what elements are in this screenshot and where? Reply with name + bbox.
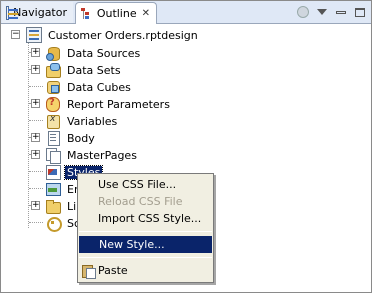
gear-icon[interactable] [296,5,310,19]
master-pages-icon [45,147,61,164]
menu-item-paste-label: Paste [98,264,128,277]
minimize-icon[interactable] [334,5,348,19]
view-toolbar [296,5,367,19]
tab-outline[interactable]: Outline ✕ [75,2,157,24]
menu-item-use-css-file[interactable]: Use CSS File... [78,176,213,193]
tree-item-label: Data Sets [67,63,121,77]
report-design-icon [26,27,42,43]
expand-data-sources[interactable]: + [31,48,40,57]
menu-item-new-style[interactable]: New Style... [79,236,212,253]
tab-outline-label: Outline [96,7,137,20]
data-cubes-icon [45,79,61,95]
embedded-images-icon [45,181,61,197]
menu-item-paste[interactable]: Paste [78,262,213,279]
view-tab-bar: Navigator Outline ✕ [1,1,371,24]
navigator-icon [6,5,19,20]
tab-navigator-label: Navigator [13,6,67,19]
root-collapse-toggle[interactable]: − [11,30,20,39]
outline-icon [80,7,93,21]
expand-body[interactable]: + [31,133,40,142]
menu-separator [79,231,212,232]
styles-context-menu: Use CSS File... Reload CSS File Import C… [77,173,214,283]
tree-item-report-parameters[interactable]: Report Parameters [45,96,172,112]
tree-root-report[interactable]: Customer Orders.rptdesign [26,27,200,43]
expand-master-pages[interactable]: + [31,150,40,159]
libraries-icon [45,198,61,214]
data-sets-icon [45,62,61,78]
tree-item-body[interactable]: Body [45,130,97,146]
tree-item-label: Report Parameters [67,97,170,111]
report-parameters-icon [45,96,61,112]
tree-item-master-pages[interactable]: MasterPages [45,147,139,164]
variables-icon [45,113,61,129]
tree-item-variables[interactable]: Variables [45,113,119,129]
tree-item-label: Body [67,131,95,145]
view-menu-icon[interactable] [315,5,329,19]
tree-item-label: Data Sources [67,46,141,60]
menu-item-import-css-style[interactable]: Import CSS Style... [78,210,213,227]
outline-view: Navigator Outline ✕ − Customer Orders.rp… [0,0,372,293]
tree-item-data-sets[interactable]: Data Sets [45,62,123,78]
data-sources-icon [45,45,61,61]
menu-separator [79,257,212,258]
tree-item-label: MasterPages [67,148,137,162]
expand-report-parameters[interactable]: + [31,99,40,108]
tree-item-data-sources[interactable]: Data Sources [45,45,142,61]
paste-icon [82,264,96,279]
menu-item-reload-css-file: Reload CSS File [98,195,183,208]
expand-libraries[interactable]: + [31,201,40,210]
scripts-icon [45,215,62,232]
tree-item-label: Data Cubes [67,80,131,94]
expand-data-sets[interactable]: + [31,65,40,74]
tree-root-label: Customer Orders.rptdesign [48,28,198,42]
styles-icon [45,164,61,180]
body-icon [45,130,61,146]
maximize-icon[interactable] [353,5,367,19]
tree-item-label: Variables [67,114,118,128]
tree-item-data-cubes[interactable]: Data Cubes [45,79,133,95]
close-icon[interactable]: ✕ [142,8,150,19]
tab-navigator[interactable]: Navigator [2,2,73,23]
